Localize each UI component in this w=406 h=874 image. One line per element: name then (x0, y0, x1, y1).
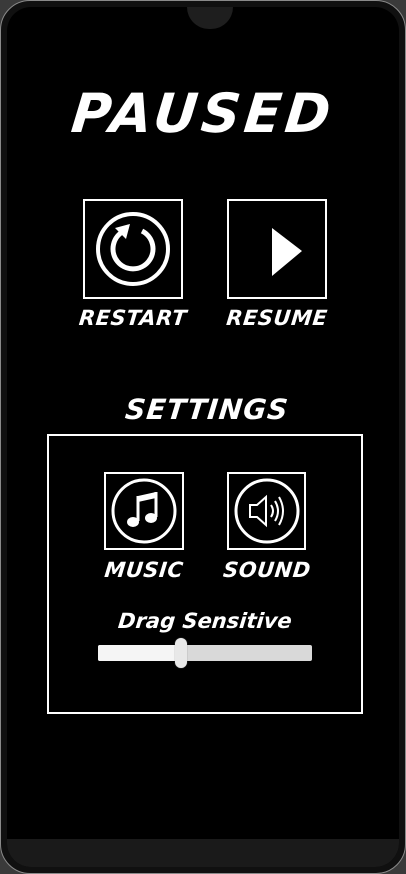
resume-button[interactable] (227, 199, 327, 299)
music-note-icon (111, 478, 177, 544)
drag-sensitivity-slider[interactable] (98, 638, 312, 668)
settings-title: SETTINGS (123, 393, 291, 426)
speaker-icon (234, 478, 299, 544)
sound-toggle-button[interactable] (227, 472, 306, 550)
music-toggle-button[interactable] (104, 472, 184, 550)
paused-title: PAUSED (68, 82, 338, 145)
camera-notch (187, 7, 233, 29)
slider-handle[interactable] (175, 638, 187, 668)
music-label: MUSIC (103, 558, 185, 582)
slider-fill (98, 645, 181, 661)
resume-label: RESUME (225, 306, 329, 330)
drag-sensitivity-label: Drag Sensitive (116, 609, 294, 633)
play-icon (272, 228, 302, 276)
sound-label: SOUND (221, 558, 313, 582)
restart-label: RESTART (77, 306, 189, 330)
bottom-bezel (7, 839, 399, 867)
restart-button[interactable] (83, 199, 183, 299)
restart-icon (96, 212, 170, 286)
